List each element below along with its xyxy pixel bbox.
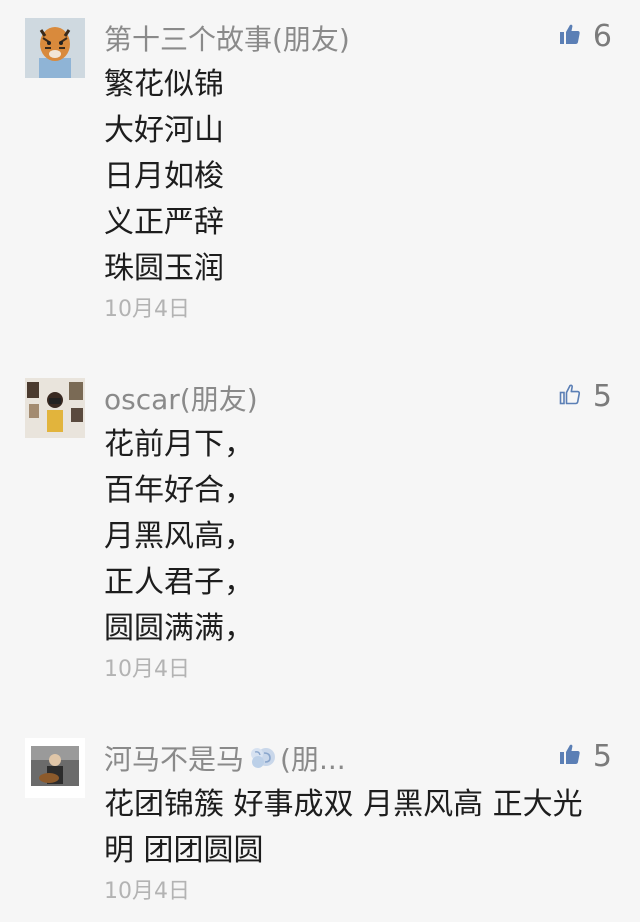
commenter-name[interactable]: 河马不是马 (朋... (104, 742, 346, 779)
comment-line: 义正严辞 (104, 205, 224, 240)
comment-item: 河马不是马 (朋... 5 花团锦簇 好事成双 月黑风高 正大光明 团团圆圆 1… (0, 720, 640, 922)
comment-text: 花前月下， 百年好合， 月黑风高， 正人君子， 圆圆满满， (104, 422, 614, 652)
like-count: 5 (592, 738, 612, 774)
commenter-name[interactable]: 第十三个故事(朋友) (104, 22, 350, 58)
avatar[interactable] (25, 738, 85, 798)
comment-item: 第十三个故事(朋友) 6 繁花似锦 大好河山 日月如梭 义正严辞 珠圆玉润 10… (0, 0, 640, 340)
comment-line: 正人君子， (104, 565, 254, 600)
avatar[interactable] (25, 18, 85, 78)
commenter-name[interactable]: oscar(朋友) (104, 382, 258, 418)
like-button[interactable]: 5 (559, 738, 612, 774)
thumbs-up-filled-icon (559, 743, 581, 769)
comment-line: 圆圆满满， (104, 611, 254, 646)
like-button[interactable]: 6 (559, 18, 612, 54)
comment-line: 月黑风高， (104, 519, 254, 554)
comment-line: 花前月下， (104, 427, 254, 462)
avatar[interactable] (25, 378, 85, 438)
comment-line: 珠圆玉润 (104, 251, 224, 286)
comment-line: 大好河山 (104, 113, 224, 148)
comment-line: 花团锦簇 好事成双 月黑风高 正大光明 团团圆圆 (104, 787, 583, 868)
like-count: 5 (592, 378, 612, 414)
comment-date: 10月4日 (104, 657, 190, 682)
comment-text: 花团锦簇 好事成双 月黑风高 正大光明 团团圆圆 (104, 782, 604, 874)
like-button[interactable]: 5 (559, 378, 612, 414)
comment-item: oscar(朋友) 5 花前月下， 百年好合， 月黑风高， 正人君子， 圆圆满满… (0, 360, 640, 700)
comment-date: 10月4日 (104, 297, 190, 322)
commenter-name-text: 河马不是马 (104, 743, 245, 776)
comment-line: 繁花似锦 (104, 67, 224, 102)
comment-line: 日月如梭 (104, 159, 224, 194)
comment-date: 10月4日 (104, 879, 190, 904)
thumbs-up-outline-icon (559, 383, 581, 409)
comment-text: 繁花似锦 大好河山 日月如梭 义正严辞 珠圆玉润 (104, 62, 614, 292)
dashing-away-emoji-icon (246, 743, 278, 779)
commenter-name-suffix: (朋... (280, 743, 346, 776)
thumbs-up-filled-icon (559, 23, 581, 49)
like-count: 6 (592, 18, 612, 54)
comment-line: 百年好合， (104, 473, 254, 508)
